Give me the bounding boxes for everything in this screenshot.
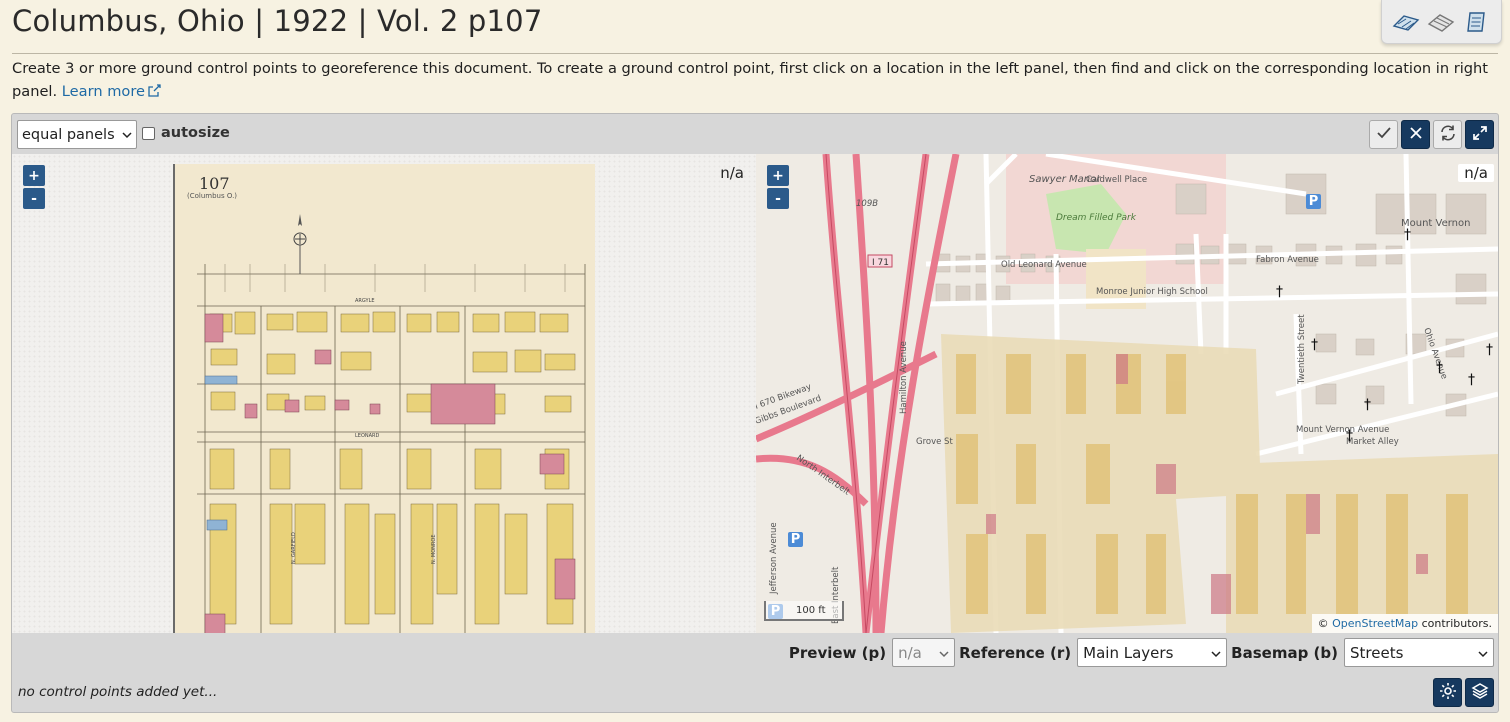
chevron-down-icon <box>1211 644 1221 662</box>
autosize-toggle[interactable]: autosize <box>142 125 230 141</box>
map-label-monroe-school: Monroe Junior High School <box>1096 287 1208 297</box>
close-icon <box>1409 125 1423 144</box>
preview-value: n/a <box>898 643 922 662</box>
svg-text:†: † <box>1276 284 1283 300</box>
autosize-label: autosize <box>161 125 230 141</box>
map-label-mount-vernon-avenue: Mount Vernon Avenue <box>1296 425 1389 435</box>
map-label-hamilton: Hamilton Avenue <box>899 341 909 414</box>
sanborn-sheet-image[interactable]: ARGYLE LEONARD N. GARFIELD N. MONROE 107… <box>173 164 595 633</box>
check-icon <box>1376 125 1392 144</box>
map-zoom-out-button[interactable]: - <box>767 188 789 209</box>
chevron-down-icon <box>939 644 949 662</box>
north-arrow-icon <box>293 214 307 278</box>
save-button[interactable] <box>1369 120 1398 149</box>
reference-value: Main Layers <box>1083 643 1174 662</box>
svg-text:†: † <box>1311 337 1318 353</box>
layer-controls: Preview (p) n/a Reference (r) Main Layer… <box>789 638 1494 667</box>
document-toolbar <box>1381 0 1502 44</box>
reset-icon <box>1439 124 1457 146</box>
map-label-market-alley: Market Alley <box>1346 437 1399 447</box>
basemap-drawing: Dream Filled Park Sawyer Manor Caldwell … <box>756 154 1498 633</box>
svg-text:N. MONROE: N. MONROE <box>431 535 437 564</box>
autosize-checkbox[interactable] <box>142 126 155 140</box>
map-label-jefferson: Jefferson Avenue <box>769 522 779 595</box>
map-label-mount-vernon: Mount Vernon <box>1401 218 1470 229</box>
document-zoom-controls: + - <box>23 165 45 209</box>
svg-text:†: † <box>1486 342 1493 358</box>
workspace-actions <box>1369 120 1494 149</box>
map-label-exit: 109B <box>856 199 878 209</box>
reset-button[interactable] <box>1433 120 1462 149</box>
sheet-drawing: ARGYLE LEONARD N. GARFIELD N. MONROE <box>175 164 595 633</box>
basemap-value: Streets <box>1350 643 1404 662</box>
document-panel[interactable]: ARGYLE LEONARD N. GARFIELD N. MONROE 107… <box>12 154 756 633</box>
svg-text:†: † <box>1364 397 1371 413</box>
map-label-park: Dream Filled Park <box>1056 213 1137 223</box>
map-zoom-in-button[interactable]: + <box>767 165 789 186</box>
svg-text:†: † <box>1404 227 1411 243</box>
instructions: Create 3 or more ground control points t… <box>12 57 1502 104</box>
cancel-button[interactable] <box>1401 120 1430 149</box>
map-label-i71: I 71 <box>872 258 889 268</box>
map-label-fabron: Fabron Avenue <box>1256 255 1319 265</box>
chevron-down-icon <box>1478 644 1488 662</box>
map-label-twentieth: Twentieth Street <box>1297 314 1307 385</box>
control-points-status: no control points added yet... <box>18 684 218 700</box>
title-divider <box>12 53 1498 54</box>
map-label-old-leonard: Old Leonard Avenue <box>1001 260 1087 270</box>
workspace-top-bar: equal panels autosize <box>12 114 1498 154</box>
svg-text:ARGYLE: ARGYLE <box>355 298 375 304</box>
map-zoom-controls: + - <box>767 165 789 209</box>
document-zoom-in-button[interactable]: + <box>23 165 45 186</box>
learn-more-link[interactable]: Learn more <box>62 83 161 100</box>
sheet-number: 107 <box>199 174 230 193</box>
document-coordinate-readout: n/a <box>720 164 744 182</box>
georeference-workspace: equal panels autosize ARGYLE LEONARD N. … <box>11 113 1499 713</box>
preview-label: Preview (p) <box>788 643 887 662</box>
map-coordinate-readout: n/a <box>1458 164 1494 182</box>
chevron-down-icon <box>122 127 132 143</box>
sheet-subtitle: (Columbus O.) <box>187 192 238 200</box>
expand-icon <box>1472 125 1488 145</box>
document-zoom-out-button[interactable]: - <box>23 188 45 209</box>
workspace-bottom-bar: Preview (p) n/a Reference (r) Main Layer… <box>12 633 1498 713</box>
svg-text:N. GARFIELD: N. GARFIELD <box>291 532 297 564</box>
bottom-actions <box>1433 678 1494 707</box>
panel-mode-value: equal panels <box>22 126 115 143</box>
page-title: Columbus, Ohio | 1922 | Vol. 2 p107 <box>12 4 543 38</box>
panel-mode-select[interactable]: equal panels <box>17 120 137 149</box>
preview-select[interactable]: n/a <box>892 638 956 667</box>
svg-text:†: † <box>1346 428 1353 444</box>
map-panel[interactable]: Dream Filled Park Sawyer Manor Caldwell … <box>756 154 1498 633</box>
fullscreen-button[interactable] <box>1465 120 1494 149</box>
map-label-grove-st: Grove St <box>916 437 953 447</box>
map-attribution: © OpenStreetMap contributors. <box>1311 614 1498 633</box>
svg-text:†: † <box>1468 372 1475 388</box>
parking-icon: P <box>788 532 803 547</box>
instructions-text: Create 3 or more ground control points t… <box>12 60 1489 100</box>
external-link-icon <box>148 81 161 104</box>
scale-bar: 100 ft <box>764 601 844 621</box>
layers-icon <box>1470 682 1489 704</box>
reference-select[interactable]: Main Layers <box>1077 638 1228 667</box>
basemap-select[interactable]: Streets <box>1344 638 1494 667</box>
svg-text:LEONARD: LEONARD <box>355 433 380 439</box>
split-sheet-icon[interactable] <box>1426 7 1456 37</box>
osm-link[interactable]: OpenStreetMap <box>1332 617 1418 630</box>
settings-button[interactable] <box>1433 678 1462 707</box>
map-label-caldwell: Caldwell Place <box>1086 175 1147 185</box>
parking-icon: P <box>1306 194 1321 209</box>
basemap-label: Basemap (b) <box>1231 643 1338 662</box>
document-info-icon[interactable] <box>1462 7 1492 37</box>
svg-text:†: † <box>1436 360 1443 376</box>
georeference-map-icon[interactable] <box>1391 7 1421 37</box>
reference-label: Reference (r) <box>959 643 1072 662</box>
settings-icon <box>1439 682 1457 704</box>
layers-button[interactable] <box>1465 678 1494 707</box>
